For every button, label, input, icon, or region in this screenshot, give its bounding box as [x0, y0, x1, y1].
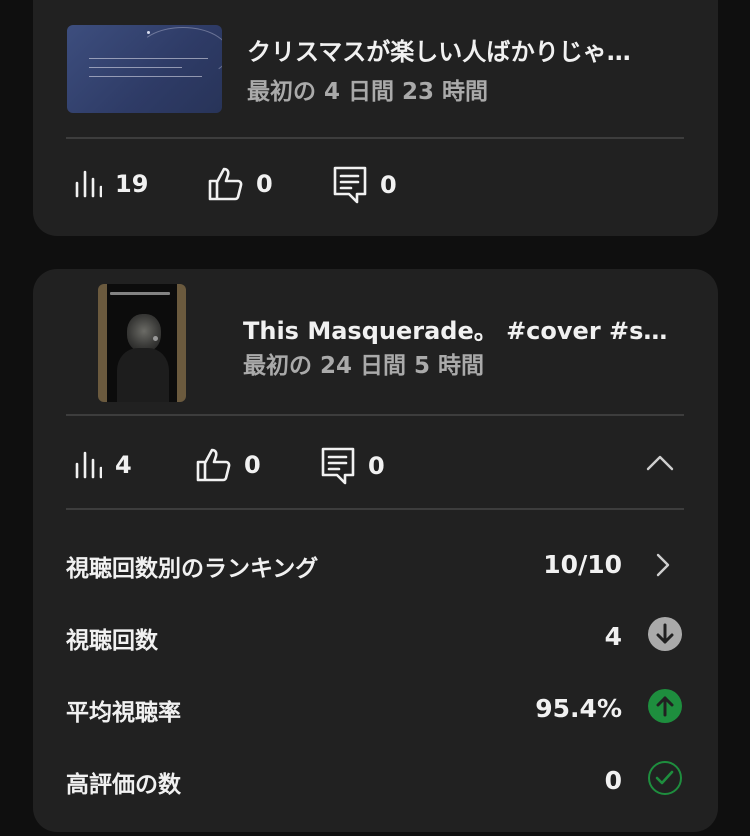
arrow-down-icon	[648, 617, 682, 651]
thumbnail-arc	[137, 27, 222, 79]
thumb-up-icon	[196, 448, 231, 482]
views-stat: 4	[74, 451, 132, 479]
arrow-up-icon	[648, 689, 682, 723]
ranking-row[interactable]: 視聴回数別のランキング 10/10	[66, 543, 682, 583]
likes-count: 0	[244, 451, 261, 479]
chevron-up-icon[interactable]	[646, 453, 674, 471]
comments-count: 0	[380, 171, 397, 199]
comments-stat[interactable]: 0	[321, 447, 385, 485]
views-stat: 19	[74, 170, 148, 198]
likes-label: 高評価の数	[66, 772, 181, 798]
divider	[66, 508, 684, 510]
views-value: 4	[604, 622, 622, 651]
video-thumbnail[interactable]	[98, 284, 186, 402]
video-card[interactable]: This Masquerade。 #cover #sh… 最初の 24 日間 5…	[33, 269, 718, 832]
views-count: 4	[115, 451, 132, 479]
thumb-up-icon	[208, 167, 243, 201]
divider	[66, 414, 684, 416]
divider	[66, 137, 684, 139]
thumbnail-text-line	[89, 58, 208, 59]
comment-icon	[321, 447, 355, 485]
video-title[interactable]: This Masquerade。 #cover #sh…	[243, 311, 683, 346]
video-period: 最初の 24 日間 5 時間	[243, 353, 485, 379]
avg-view-rate-value: 95.4%	[535, 694, 622, 723]
thumbnail-face	[127, 314, 161, 352]
avg-view-rate-row: 平均視聴率 95.4%	[66, 687, 682, 727]
thumbnail-text-line	[89, 76, 202, 77]
thumbnail-body	[117, 348, 169, 402]
thumbnail-mic	[153, 336, 158, 341]
thumbnail-star	[147, 31, 150, 34]
likes-stat[interactable]: 0	[207, 166, 273, 202]
views-row: 視聴回数 4	[66, 615, 682, 655]
bar-chart-icon	[75, 451, 102, 479]
video-thumbnail[interactable]	[67, 25, 222, 113]
views-count: 19	[115, 170, 149, 198]
thumbnail-text-line	[89, 67, 182, 68]
comments-stat[interactable]: 0	[333, 166, 397, 204]
check-icon	[648, 761, 682, 795]
video-card[interactable]: クリスマスが楽しい人ばかりじゃ… 最初の 4 日間 23 時間 19 0 0	[33, 0, 718, 236]
thumbnail-frame	[107, 284, 177, 402]
likes-value: 0	[604, 766, 622, 795]
likes-stat[interactable]: 0	[195, 447, 261, 483]
thumbnail-caption	[110, 292, 170, 295]
comments-count: 0	[368, 452, 385, 480]
video-title[interactable]: クリスマスが楽しい人ばかりじゃ…	[247, 32, 667, 67]
ranking-value: 10/10	[543, 550, 622, 579]
video-period: 最初の 4 日間 23 時間	[247, 79, 489, 105]
likes-count: 0	[256, 170, 273, 198]
ranking-label: 視聴回数別のランキング	[66, 556, 319, 582]
chevron-right-icon[interactable]	[656, 553, 670, 577]
bar-chart-icon	[75, 170, 102, 198]
likes-row: 高評価の数 0	[66, 759, 682, 799]
views-label: 視聴回数	[66, 628, 158, 654]
comment-icon	[333, 166, 367, 204]
avg-view-rate-label: 平均視聴率	[66, 700, 181, 726]
